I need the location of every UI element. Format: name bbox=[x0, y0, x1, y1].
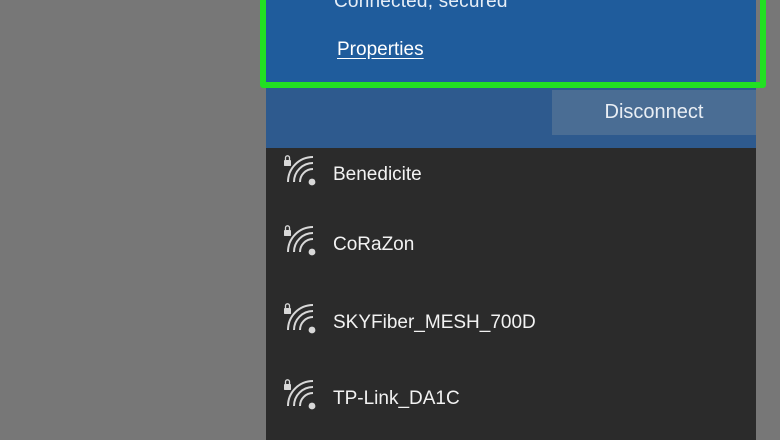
connection-status: Connected, secured bbox=[334, 0, 508, 12]
network-name: Benedicite bbox=[333, 164, 422, 185]
wifi-flyout: Connected, secured Properties Disconnect… bbox=[266, 0, 756, 440]
network-name: TP-Link_DA1C bbox=[333, 388, 460, 409]
network-item[interactable]: CoRaZon bbox=[266, 218, 756, 282]
network-name: SKYFiber_MESH_700D bbox=[333, 312, 536, 333]
network-item[interactable]: Benedicite bbox=[266, 148, 756, 212]
wifi-secured-icon bbox=[284, 379, 316, 410]
properties-link[interactable]: Properties bbox=[337, 39, 424, 61]
network-item[interactable]: TP-Link_DA1C bbox=[266, 372, 756, 436]
network-name: CoRaZon bbox=[333, 234, 415, 255]
disconnect-button[interactable]: Disconnect bbox=[552, 90, 756, 135]
wifi-secured-icon bbox=[284, 225, 316, 256]
connected-network-panel: Connected, secured Properties Disconnect bbox=[266, 0, 756, 148]
connected-network-block[interactable]: Connected, secured Properties bbox=[266, 0, 756, 82]
wifi-secured-icon bbox=[284, 155, 316, 186]
wifi-secured-icon bbox=[284, 303, 316, 334]
network-item[interactable]: SKYFiber_MESH_700D bbox=[266, 296, 756, 360]
